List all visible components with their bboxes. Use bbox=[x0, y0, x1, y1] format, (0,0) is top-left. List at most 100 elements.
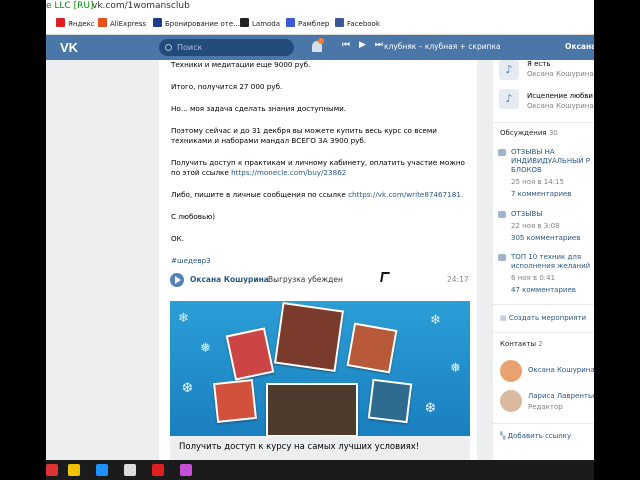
audio-attachment[interactable]: Оксана Кошурина – Выгрузка убежден 24:17 bbox=[170, 272, 470, 288]
discussion-title[interactable]: ТОП 10 техник для bbox=[511, 253, 581, 261]
bookmark-lamoda[interactable]: Lamoda bbox=[240, 18, 280, 30]
mail-icon[interactable] bbox=[124, 464, 136, 476]
contact-name[interactable]: Оксана Кошурина bbox=[528, 366, 594, 374]
discussion-title[interactable]: ИНДИВИДУАЛЬНЫЙ Р bbox=[511, 157, 590, 165]
snowflake-icon: ❆ bbox=[182, 381, 193, 396]
discussion-icon bbox=[498, 149, 506, 156]
user-menu[interactable]: Оксана bbox=[565, 42, 594, 51]
divider bbox=[493, 332, 594, 333]
post-text-pay: Получить доступ к практикам и личному ка… bbox=[171, 158, 465, 177]
secure-label: e LLC [RU] bbox=[46, 1, 94, 11]
post-text-line: Техники и медитации еще 9000 руб. bbox=[171, 60, 311, 69]
post-text-line: Но... моя задача сделать знания доступны… bbox=[171, 104, 347, 113]
wall-post: Техники и медитации еще 9000 руб. Итого,… bbox=[159, 60, 477, 460]
sidebar-track-artist: Оксана Кошурина bbox=[527, 102, 594, 110]
bookmark-rambler[interactable]: Рамблер bbox=[286, 18, 329, 30]
search-icon bbox=[165, 44, 172, 51]
play-button[interactable]: ▶ bbox=[359, 40, 366, 50]
aliexpress-icon bbox=[98, 18, 107, 27]
address-bar[interactable]: e LLC [RU] vk.com/1womansclub bbox=[46, 0, 594, 13]
contacts-header[interactable]: Контакты 2 bbox=[500, 340, 543, 348]
facebook-icon bbox=[335, 18, 344, 27]
collage-photo bbox=[266, 383, 358, 436]
taskbar-app-icon[interactable] bbox=[46, 464, 58, 476]
discussion-comments[interactable]: 47 комментариев bbox=[511, 286, 576, 294]
search-placeholder: Поиск bbox=[177, 43, 203, 52]
collage-photo bbox=[225, 327, 275, 381]
taskbar-app-icon[interactable] bbox=[96, 464, 108, 476]
lamoda-icon bbox=[240, 18, 249, 27]
discussion-comments[interactable]: 305 комментариев bbox=[511, 234, 580, 242]
discussion-date: 22 ноя в 3:08 bbox=[511, 222, 560, 230]
sidebar-track-title[interactable]: Я есть bbox=[527, 60, 550, 68]
next-track-button[interactable]: ⏭ bbox=[375, 40, 383, 50]
snowflake-icon: ❅ bbox=[450, 361, 461, 376]
contact-name[interactable]: Лариса Лаврентьев bbox=[528, 392, 594, 400]
snowflake-icon: ❄ bbox=[178, 311, 189, 326]
search-input[interactable]: Поиск bbox=[159, 39, 294, 56]
promo-image[interactable]: ❄ ❅ ❆ ❄ ❅ ❆ ❄ bbox=[170, 301, 470, 436]
discussion-title[interactable]: ОТЗЫВЫ НА bbox=[511, 148, 555, 156]
sidebar-track-title[interactable]: Исцеление любви bbox=[527, 92, 593, 100]
avatar[interactable] bbox=[500, 390, 522, 412]
discussion-title[interactable]: БЛОКОВ bbox=[511, 166, 542, 174]
post-text-line: Поэтому сейчас и до 31 декбря вы можете … bbox=[171, 126, 437, 145]
discussions-header[interactable]: Обсуждения 30 bbox=[500, 129, 558, 137]
prev-track-button[interactable]: ⏮ bbox=[342, 40, 350, 50]
taskbar bbox=[46, 460, 594, 480]
bookmark-booking[interactable]: Бронирование оте... bbox=[153, 18, 240, 30]
rambler-icon bbox=[286, 18, 295, 27]
link-icon: ▚ bbox=[500, 432, 506, 440]
create-event-link[interactable]: ▦ Создать мероприяти bbox=[500, 314, 586, 322]
discussion-icon bbox=[498, 211, 506, 218]
post-text-line: Итого, получится 27 000 руб. bbox=[171, 82, 283, 91]
divider bbox=[493, 304, 594, 305]
music-note-icon: ♪ bbox=[499, 60, 519, 80]
taskbar-app-icon[interactable] bbox=[180, 464, 192, 476]
discussion-date: 25 ноя в 14:15 bbox=[511, 178, 564, 186]
vk-header: VK Поиск ⏮ ▶ ⏭ клубняк – клубная + скрип… bbox=[46, 35, 594, 60]
promo-caption[interactable]: Получить доступ к курсу на самых лучших … bbox=[170, 436, 470, 460]
yandex-browser-icon[interactable] bbox=[152, 464, 164, 476]
right-sidebar: ♪ Я есть Оксана Кошурина ♪ Исцеление люб… bbox=[493, 60, 594, 460]
snowflake-icon: ❆ bbox=[425, 401, 436, 416]
snowflake-icon: ❅ bbox=[200, 341, 211, 356]
pay-link[interactable]: https://monecle.com/buy/23862 bbox=[231, 168, 346, 177]
play-icon[interactable] bbox=[170, 273, 184, 287]
audio-duration: 24:17 bbox=[447, 275, 469, 284]
add-link-button[interactable]: ▚ Добавить ссылку bbox=[500, 432, 571, 440]
post-text-message: Либо, пишите в личные сообщения по ссылк… bbox=[171, 190, 464, 199]
collage-photo bbox=[367, 378, 413, 424]
calendar-icon: ▦ bbox=[500, 314, 507, 322]
notification-badge bbox=[318, 38, 324, 44]
yandex-icon bbox=[56, 18, 65, 27]
contact-role: Редактор bbox=[528, 403, 563, 411]
bookmark-aliexpress[interactable]: AliExpress bbox=[98, 18, 146, 30]
store-icon[interactable] bbox=[68, 464, 80, 476]
url-text[interactable]: vk.com/1womansclub bbox=[92, 0, 190, 12]
music-note-icon: ♪ bbox=[499, 89, 519, 109]
divider bbox=[493, 423, 594, 424]
sidebar-track-artist: Оксана Кошурина bbox=[527, 70, 594, 78]
bookmark-yandex[interactable]: Яндекс bbox=[56, 18, 95, 30]
divider bbox=[493, 122, 594, 123]
discussion-comments[interactable]: 7 комментариев bbox=[511, 190, 571, 198]
discussion-icon bbox=[498, 254, 506, 261]
message-link[interactable]: chttps://vk.com/write87467181. bbox=[348, 190, 463, 199]
audio-player-controls: ⏮ ▶ ⏭ bbox=[342, 40, 389, 50]
booking-icon bbox=[153, 18, 162, 27]
audio-dash: – bbox=[258, 275, 262, 284]
collage-photo bbox=[213, 379, 257, 423]
discussion-title[interactable]: ОТЗЫВЫ bbox=[511, 210, 542, 218]
collage-photo bbox=[273, 301, 345, 373]
bookmarks-bar: Яндекс AliExpress Бронирование оте... La… bbox=[46, 13, 594, 35]
hashtag-link[interactable]: #шедевр3 bbox=[171, 256, 471, 266]
collage-photo bbox=[346, 322, 398, 374]
post-text-line: ОК. bbox=[171, 234, 185, 243]
vk-logo[interactable]: VK bbox=[60, 40, 78, 55]
current-track[interactable]: клубняк – клубная + скрипка bbox=[384, 42, 501, 51]
discussion-title[interactable]: исполнения желаний bbox=[511, 262, 590, 270]
bookmark-facebook[interactable]: Facebook bbox=[335, 18, 380, 30]
snowflake-icon: ❄ bbox=[430, 313, 441, 328]
avatar[interactable] bbox=[500, 360, 522, 382]
